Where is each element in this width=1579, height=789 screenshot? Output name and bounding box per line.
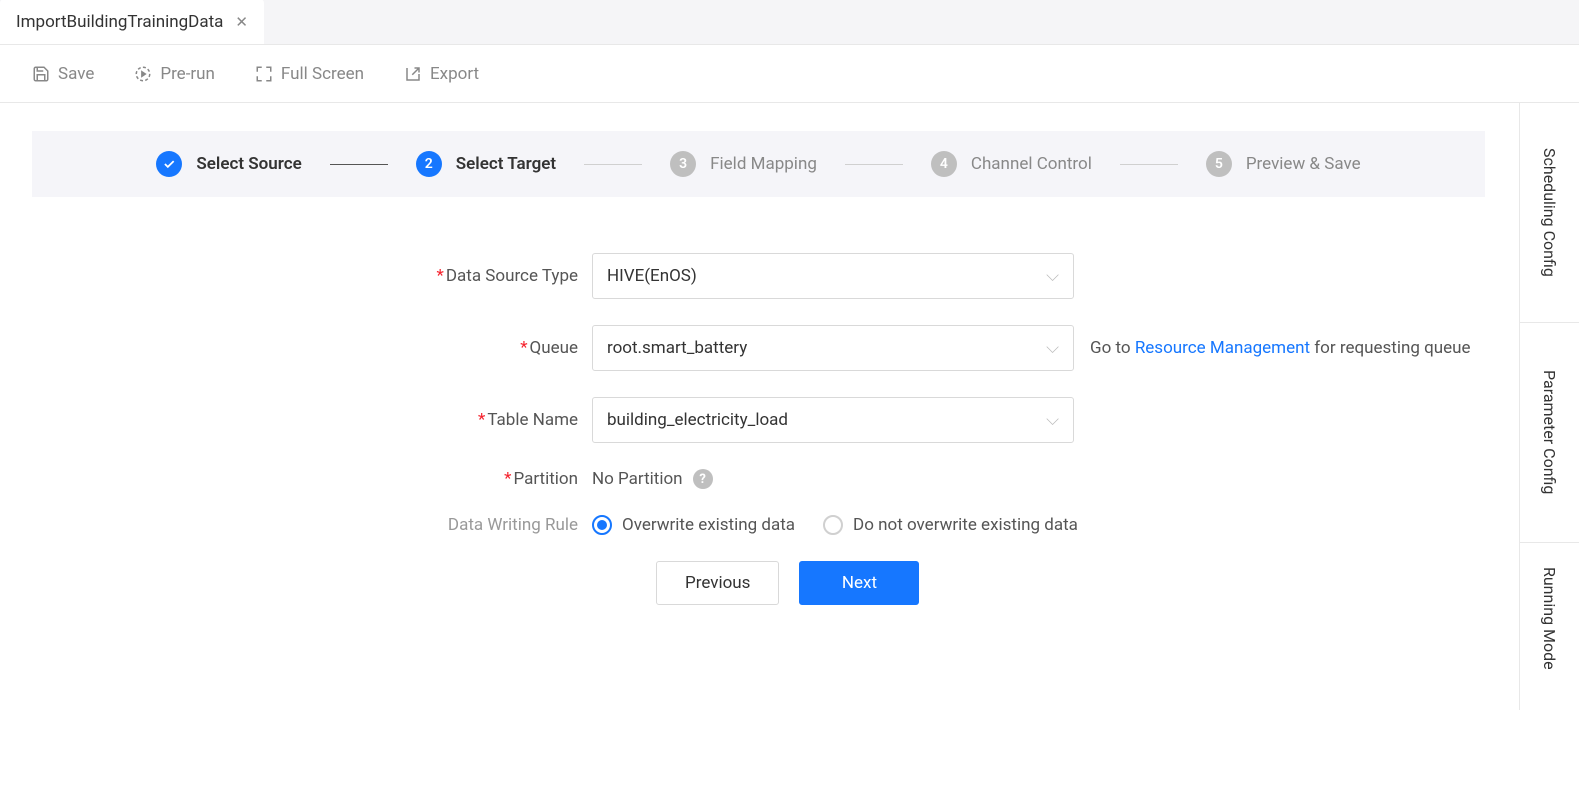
tab-active[interactable]: ImportBuildingTrainingData ✕ <box>0 0 264 44</box>
radio-no-overwrite[interactable]: Do not overwrite existing data <box>823 515 1078 535</box>
select-data-source-type[interactable]: HIVE(EnOS) ⌵ <box>592 253 1074 299</box>
step-label: Select Source <box>196 154 301 174</box>
step-preview-save[interactable]: 5 Preview & Save <box>1206 151 1361 177</box>
chevron-down-icon: ⌵ <box>1046 338 1059 358</box>
resource-management-link[interactable]: Resource Management <box>1135 338 1310 358</box>
close-icon[interactable]: ✕ <box>235 13 248 31</box>
toolbar: Save Pre-run Full Screen Export <box>0 45 1579 103</box>
export-icon <box>404 65 422 83</box>
select-value: building_electricity_load <box>607 410 788 430</box>
step-number: 5 <box>1206 151 1232 177</box>
help-icon[interactable]: ? <box>693 469 713 489</box>
label-table-name: *Table Name <box>32 410 592 430</box>
row-table-name: *Table Name building_electricity_load ⌵ <box>32 397 1485 443</box>
row-partition: *Partition No Partition ? <box>32 469 1485 489</box>
step-separator <box>1120 164 1178 165</box>
side-tabs: Scheduling Config Parameter Config Runni… <box>1519 103 1579 710</box>
step-number: 4 <box>931 151 957 177</box>
prerun-icon <box>134 65 152 83</box>
tab-bar: ImportBuildingTrainingData ✕ <box>0 0 1579 45</box>
save-label: Save <box>58 64 94 84</box>
row-queue: *Queue root.smart_battery ⌵ Go to Resour… <box>32 325 1485 371</box>
radio-unchecked-icon <box>823 515 843 535</box>
side-tab-scheduling[interactable]: Scheduling Config <box>1520 103 1579 323</box>
side-tab-parameter[interactable]: Parameter Config <box>1520 323 1579 543</box>
button-row: Previous Next <box>656 561 1485 605</box>
radio-label: Do not overwrite existing data <box>853 515 1078 535</box>
step-field-mapping[interactable]: 3 Field Mapping <box>670 151 817 177</box>
label-queue: *Queue <box>32 338 592 358</box>
row-data-source-type: *Data Source Type HIVE(EnOS) ⌵ <box>32 253 1485 299</box>
target-form: *Data Source Type HIVE(EnOS) ⌵ *Queue ro… <box>32 197 1485 605</box>
save-button[interactable]: Save <box>32 64 94 84</box>
side-tab-running[interactable]: Running Mode <box>1520 543 1579 710</box>
steps-bar: Select Source 2 Select Target 3 Field Ma… <box>32 131 1485 197</box>
row-writing-rule: Data Writing Rule Overwrite existing dat… <box>32 515 1485 535</box>
radio-overwrite[interactable]: Overwrite existing data <box>592 515 795 535</box>
save-icon <box>32 65 50 83</box>
prerun-button[interactable]: Pre-run <box>134 64 215 84</box>
fullscreen-icon <box>255 65 273 83</box>
partition-value: No Partition ? <box>592 469 713 489</box>
previous-button[interactable]: Previous <box>656 561 779 605</box>
tab-title: ImportBuildingTrainingData <box>16 12 223 32</box>
step-number: 2 <box>416 151 442 177</box>
select-value: root.smart_battery <box>607 338 747 358</box>
next-button[interactable]: Next <box>799 561 919 605</box>
export-button[interactable]: Export <box>404 64 479 84</box>
step-separator <box>584 164 642 165</box>
step-label: Preview & Save <box>1246 154 1361 174</box>
select-table-name[interactable]: building_electricity_load ⌵ <box>592 397 1074 443</box>
step-separator <box>845 164 903 165</box>
step-label: Field Mapping <box>710 154 817 174</box>
step-channel-control[interactable]: 4 Channel Control <box>931 151 1092 177</box>
label-partition: *Partition <box>32 469 592 489</box>
select-queue[interactable]: root.smart_battery ⌵ <box>592 325 1074 371</box>
radio-label: Overwrite existing data <box>622 515 795 535</box>
select-value: HIVE(EnOS) <box>607 266 697 286</box>
step-select-source[interactable]: Select Source <box>156 151 301 177</box>
writing-rule-radio-group: Overwrite existing data Do not overwrite… <box>592 515 1078 535</box>
step-separator <box>330 164 388 165</box>
check-icon <box>156 151 182 177</box>
step-select-target[interactable]: 2 Select Target <box>416 151 556 177</box>
prerun-label: Pre-run <box>160 64 215 84</box>
label-writing-rule: Data Writing Rule <box>32 515 592 535</box>
fullscreen-button[interactable]: Full Screen <box>255 64 364 84</box>
chevron-down-icon: ⌵ <box>1046 410 1059 430</box>
step-label: Channel Control <box>971 154 1092 174</box>
step-number: 3 <box>670 151 696 177</box>
radio-checked-icon <box>592 515 612 535</box>
chevron-down-icon: ⌵ <box>1046 266 1059 286</box>
export-label: Export <box>430 64 479 84</box>
fullscreen-label: Full Screen <box>281 64 364 84</box>
main-content: Select Source 2 Select Target 3 Field Ma… <box>0 103 1517 605</box>
step-label: Select Target <box>456 154 556 174</box>
label-data-source-type: *Data Source Type <box>32 266 592 286</box>
queue-hint: Go to Resource Management for requesting… <box>1090 338 1471 358</box>
